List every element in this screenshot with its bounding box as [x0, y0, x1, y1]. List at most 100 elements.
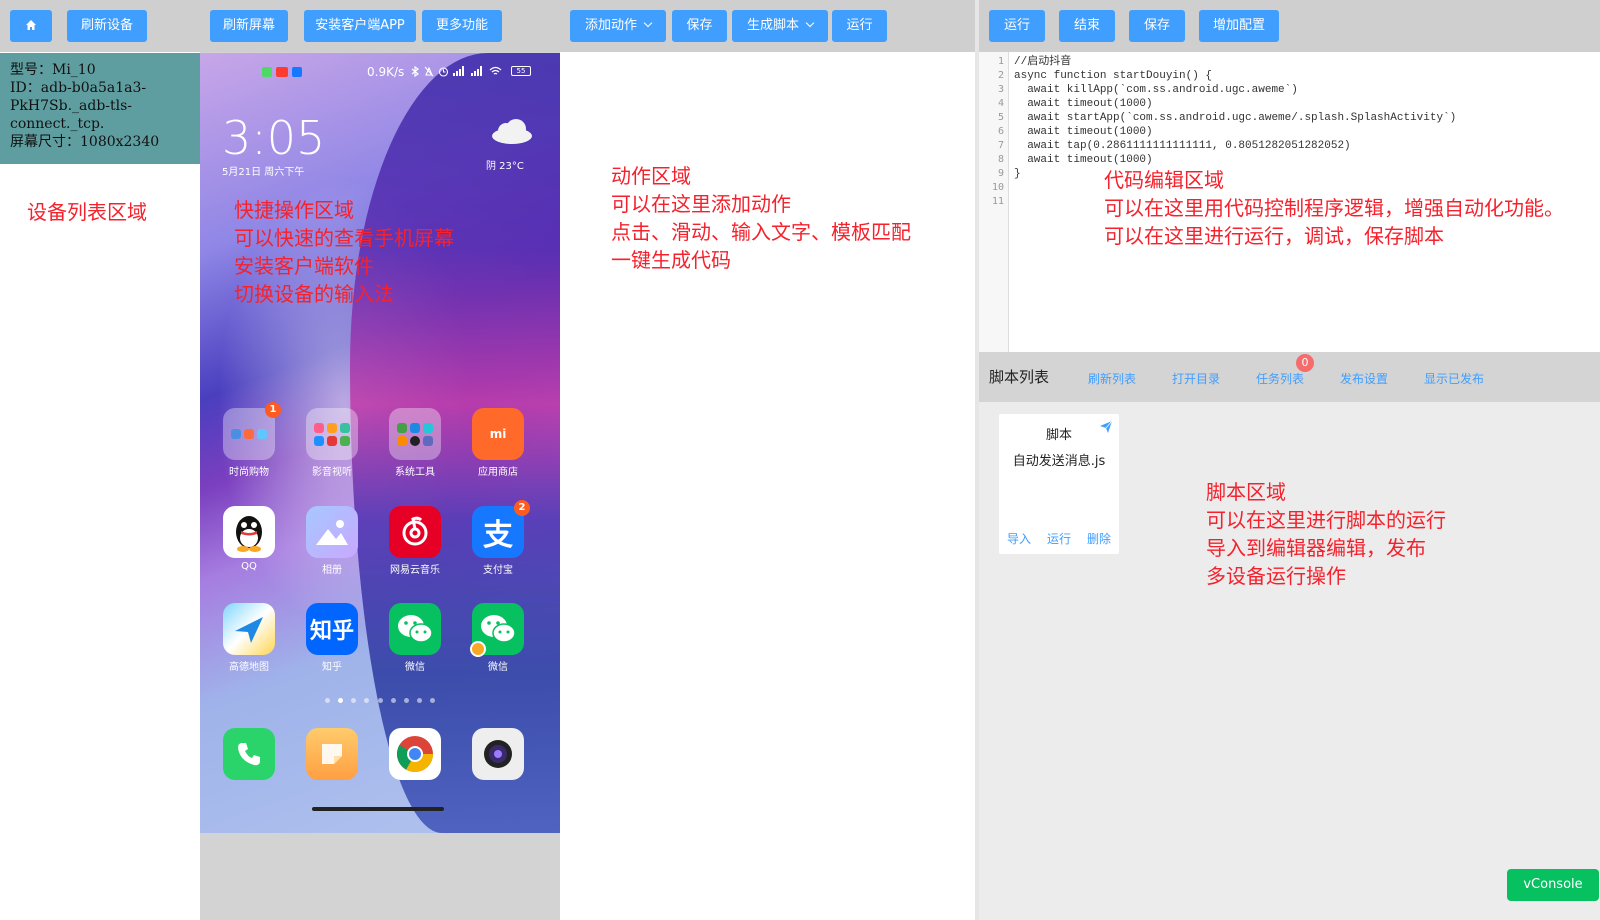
home-indicator — [312, 807, 444, 811]
editor-toolbar: 运行 结束 保存 增加配置 — [979, 0, 1600, 52]
add-action-label: 添加动作 — [584, 18, 637, 33]
publish-settings-link[interactable]: 发布设置 — [1340, 370, 1388, 387]
home-button[interactable] — [10, 10, 52, 42]
app-label: 微信 — [488, 662, 508, 673]
status-icons — [410, 66, 502, 77]
device-card[interactable]: 型号：Mi_10 ID：adb-b0a5a1a3- PkH7Sb._adb-tl… — [0, 53, 200, 164]
add-action-dropdown[interactable]: 添加动作 — [570, 10, 666, 42]
refresh-screen-button[interactable]: 刷新屏幕 — [210, 10, 288, 42]
app-gallery[interactable]: 相册 — [305, 506, 359, 576]
app-label: 应用商店 — [478, 467, 518, 478]
line-gutter: 1 2 3 4 5 6 7 8 9 10 11 — [979, 52, 1009, 352]
quick-annotation-4: 切换设备的输入法 — [234, 282, 394, 306]
action-annotation-1: 动作区域 — [611, 164, 691, 188]
app-label: 高德地图 — [229, 662, 269, 673]
script-annotation-2: 可以在这里进行脚本的运行 — [1206, 508, 1446, 532]
script-annotation-1: 脚本区域 — [1206, 480, 1286, 504]
device-model: 型号：Mi_10 — [10, 62, 96, 78]
dock-camera[interactable] — [471, 728, 525, 780]
task-list-link[interactable]: 任务列表 — [1256, 370, 1304, 387]
alipay-icon: 支 2 — [472, 500, 530, 558]
save-actions-button[interactable]: 保存 — [672, 10, 727, 42]
app-tools-folder[interactable]: 系统工具 — [388, 408, 442, 478]
qq-icon — [223, 506, 275, 558]
dock-chrome[interactable] — [388, 728, 442, 780]
generate-script-dropdown[interactable]: 生成脚本 — [732, 10, 828, 42]
script-card-filename: 自动发送消息.js — [1012, 454, 1106, 469]
gallery-icon — [306, 506, 358, 558]
device-id-line1: ID：adb-b0a5a1a3- — [10, 80, 147, 96]
folder-icon — [389, 408, 441, 460]
lock-date: 5月21日 周六下午 — [222, 167, 305, 178]
run-actions-button[interactable]: 运行 — [832, 10, 887, 42]
app-root: 刷新设备 型号：Mi_10 ID：adb-b0a5a1a3- PkH7Sb._a… — [0, 0, 1600, 920]
script-card[interactable]: 脚本 自动发送消息.js 导入 运行 删除 — [999, 414, 1119, 554]
app-store[interactable]: mi 应用商店 — [471, 408, 525, 478]
app-label: 网易云音乐 — [390, 565, 440, 576]
code-line: } — [1014, 168, 1021, 180]
run-script-link[interactable]: 运行 — [1047, 530, 1071, 547]
status-bar: 0.9K/s 55 — [200, 65, 560, 81]
app-media-folder[interactable]: 影音视听 — [305, 408, 359, 478]
line-number: 1 — [997, 56, 1004, 67]
script-card-title: 脚本 — [1045, 428, 1072, 443]
mi-store-icon: mi — [472, 408, 524, 460]
run-code-button[interactable]: 运行 — [989, 10, 1045, 42]
device-list-panel: 刷新设备 型号：Mi_10 ID：adb-b0a5a1a3- PkH7Sb._a… — [0, 0, 200, 920]
code-line: //启动抖音 — [1014, 56, 1072, 68]
code-line: await startApp(`com.ss.android.ugc.aweme… — [1014, 112, 1457, 124]
add-config-button[interactable]: 增加配置 — [1199, 10, 1279, 42]
app-qq[interactable]: QQ — [222, 506, 276, 572]
lock-clock: 3:05 — [222, 111, 326, 165]
signal2-icon — [471, 66, 482, 76]
wechat-clone-icon — [470, 603, 524, 657]
device-id-line3: connect._tcp. — [10, 116, 105, 132]
device-id-line2: PkH7Sb._adb-tls- — [10, 98, 133, 114]
app-label: 相册 — [322, 565, 342, 576]
signal-icon — [453, 66, 464, 76]
script-list-header: 脚本列表 刷新列表 打开目录 任务列表 0 发布设置 显示已发布 — [979, 352, 1600, 402]
code-line: async function startDouyin() { — [1014, 70, 1213, 82]
code-editor[interactable]: 1 2 3 4 5 6 7 8 9 10 11 //启动抖音 async fun… — [979, 52, 1600, 352]
action-annotation-4: 一键生成代码 — [611, 248, 731, 272]
netease-music-icon — [389, 506, 441, 558]
app-badge: 2 — [514, 500, 530, 516]
dock-notes[interactable] — [305, 728, 359, 780]
dock-phone[interactable] — [222, 728, 276, 780]
import-script-link[interactable]: 导入 — [1007, 530, 1031, 547]
weather-text: 阴 23°C — [486, 161, 524, 172]
app-wechat[interactable]: 微信 — [388, 603, 442, 673]
vconsole-button[interactable]: vConsole — [1507, 869, 1599, 901]
line-number: 10 — [991, 182, 1004, 193]
folder-icon: 1 — [223, 402, 281, 460]
more-features-button[interactable]: 更多功能 — [422, 10, 502, 42]
app-alipay[interactable]: 支 2 支付宝 — [471, 500, 530, 576]
install-app-button[interactable]: 安装客户端APP — [304, 10, 416, 42]
save-code-button[interactable]: 保存 — [1129, 10, 1185, 42]
device-screen-size: 屏幕尺寸：1080x2340 — [10, 134, 160, 150]
line-number: 9 — [997, 168, 1004, 179]
refresh-list-link[interactable]: 刷新列表 — [1088, 370, 1136, 387]
quick-annotation-2: 可以快速的查看手机屏幕 — [234, 226, 454, 250]
app-zhihu[interactable]: 知乎 知乎 — [305, 603, 359, 673]
refresh-devices-button[interactable]: 刷新设备 — [67, 10, 147, 42]
app-fashion-folder[interactable]: 1 时尚购物 — [222, 402, 281, 478]
app-wechat-clone[interactable]: 微信 — [470, 603, 525, 673]
app-amap[interactable]: 高德地图 — [222, 603, 276, 673]
app-label: 微信 — [405, 662, 425, 673]
clone-badge-icon — [470, 641, 486, 657]
app-netease-music[interactable]: 网易云音乐 — [388, 506, 442, 576]
stop-code-button[interactable]: 结束 — [1059, 10, 1115, 42]
app-label: QQ — [241, 561, 257, 572]
quick-annotation-3: 安装客户端软件 — [234, 254, 374, 278]
delete-script-link[interactable]: 删除 — [1087, 530, 1111, 547]
show-published-link[interactable]: 显示已发布 — [1424, 370, 1484, 387]
line-number: 6 — [997, 126, 1004, 137]
quick-toolbar: 刷新屏幕 安装客户端APP 更多功能 — [200, 0, 560, 52]
open-dir-link[interactable]: 打开目录 — [1172, 370, 1220, 387]
home-icon — [26, 20, 36, 30]
chevron-down-icon — [643, 18, 653, 28]
phone-screen[interactable]: 0.9K/s 55 3:05 5月21日 周六下午 阴 23°C 1 时尚购物 … — [200, 53, 560, 833]
script-annotation-4: 多设备运行操作 — [1206, 564, 1346, 588]
chrome-icon — [389, 728, 441, 780]
